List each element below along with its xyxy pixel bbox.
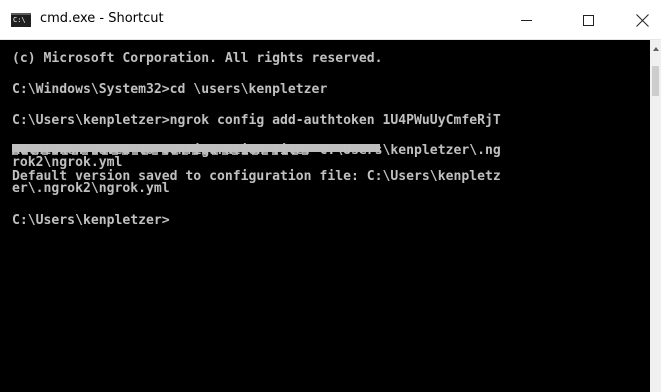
cmd-icon: C:\ bbox=[11, 13, 31, 27]
vertical-scrollbar[interactable] bbox=[650, 40, 661, 392]
minimize-icon bbox=[520, 19, 532, 21]
chevron-up-icon bbox=[652, 46, 659, 51]
scroll-up-button[interactable] bbox=[650, 40, 661, 57]
close-icon bbox=[636, 13, 650, 27]
maximize-button[interactable] bbox=[565, 0, 611, 40]
window-title: cmd.exe - Shortcut bbox=[40, 11, 164, 26]
scroll-thumb[interactable] bbox=[652, 66, 659, 96]
title-bar[interactable]: C:\ cmd.exe - Shortcut bbox=[0, 0, 661, 40]
console-line: er\.ngrok2\ngrok.yml bbox=[12, 181, 170, 196]
console-line: rok2\ngrok.yml bbox=[12, 155, 123, 170]
console-window: C:\ cmd.exe - Shortcut (c) Microsoft Cor… bbox=[0, 0, 661, 392]
console-line: C:\Windows\System32>cd \users\kenpletzer bbox=[12, 82, 328, 97]
minimize-button[interactable] bbox=[503, 0, 549, 40]
console-line: C:\Users\kenpletzer>ngrok config add-aut… bbox=[12, 113, 501, 128]
maximize-icon bbox=[582, 14, 594, 26]
close-button[interactable] bbox=[620, 0, 661, 40]
console-output[interactable]: (c) Microsoft Corporation. All rights re… bbox=[0, 40, 650, 392]
command-prompt: C:\Users\kenpletzer> bbox=[12, 213, 170, 228]
console-line: (c) Microsoft Corporation. All rights re… bbox=[12, 51, 383, 66]
